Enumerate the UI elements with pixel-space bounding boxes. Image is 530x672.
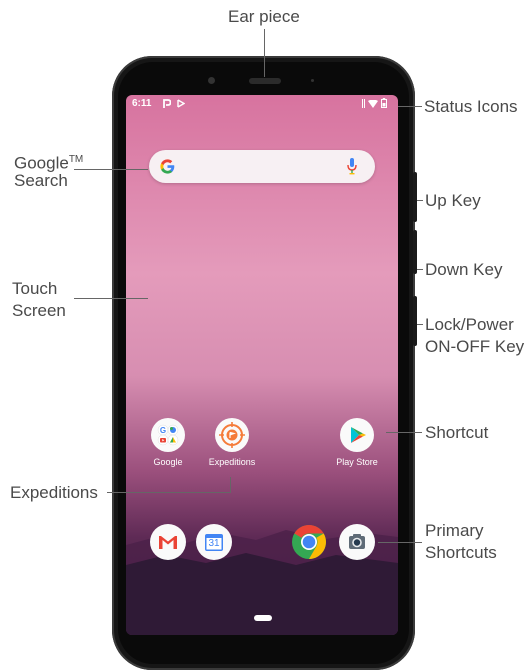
gmail-icon (159, 536, 177, 549)
play-store-icon (340, 418, 374, 452)
label-touch-screen-2: Screen (12, 301, 66, 320)
camera-icon (349, 534, 365, 549)
wifi-icon (368, 100, 378, 108)
dock-camera[interactable] (339, 524, 375, 560)
google-search-bar[interactable] (149, 150, 375, 183)
app-expeditions[interactable]: Expeditions (197, 418, 267, 467)
notification-icon (177, 99, 185, 108)
dock-chrome[interactable] (291, 524, 327, 560)
label-touch-screen-1: Touch (12, 279, 58, 298)
status-time: 6:11 (132, 98, 152, 109)
google-folder-icon: G (151, 418, 185, 452)
ear-piece (249, 78, 281, 84)
up-key[interactable] (413, 172, 417, 222)
leader-shortcut (386, 432, 422, 433)
leader-ear-piece (264, 29, 265, 77)
leader-expeditions-v (230, 477, 231, 493)
dock-gmail[interactable] (150, 524, 186, 560)
label-lock-power-2: ON-OFF Key (425, 337, 525, 356)
calendar-date: 31 (208, 538, 220, 549)
chrome-icon (292, 525, 326, 559)
google-g-icon (160, 159, 175, 174)
label-expeditions: Expeditions (10, 483, 98, 502)
label-primary-shortcuts-1: Primary (425, 521, 484, 540)
label-ear-piece: Ear piece (228, 7, 300, 26)
label-lock-power-1: Lock/Power (425, 315, 514, 334)
battery-icon (381, 98, 387, 108)
app-play-store[interactable]: Play Store (322, 418, 392, 467)
label-status-icons: Status Icons (424, 97, 518, 116)
expeditions-icon (215, 418, 249, 452)
sensor (311, 79, 314, 82)
leader-status-icons (398, 106, 422, 107)
front-camera (208, 77, 215, 84)
svg-text:G: G (160, 426, 166, 435)
home-button[interactable] (254, 615, 272, 621)
microphone-icon[interactable] (347, 158, 357, 175)
label-shortcut: Shortcut (425, 423, 489, 442)
label-up-key: Up Key (425, 191, 481, 210)
app-label-google: Google (153, 457, 183, 467)
app-label-play-store: Play Store (336, 457, 378, 467)
label-down-key: Down Key (425, 260, 503, 279)
label-primary-shortcuts-2: Shortcuts (425, 543, 497, 562)
label-google-search-2: Search (14, 171, 68, 190)
power-key[interactable] (413, 296, 417, 346)
leader-lock-power (417, 324, 423, 325)
dock-calendar[interactable]: 31 (196, 524, 232, 560)
leader-expeditions-h (107, 492, 231, 493)
data-arrows-icon (362, 99, 365, 108)
parking-icon (163, 99, 171, 108)
leader-google-search (74, 169, 148, 170)
touch-screen[interactable]: 6:11 G Google Expeditions Play Store 31 (126, 95, 398, 635)
leader-down-key (417, 269, 423, 270)
label-trademark: TM (68, 154, 84, 165)
app-label-expeditions: Expeditions (208, 457, 256, 467)
down-key[interactable] (413, 230, 417, 274)
leader-primary-shortcuts (378, 542, 422, 543)
leader-up-key (417, 200, 423, 201)
leader-touch-screen (74, 298, 148, 299)
app-google[interactable]: G Google (133, 418, 203, 467)
